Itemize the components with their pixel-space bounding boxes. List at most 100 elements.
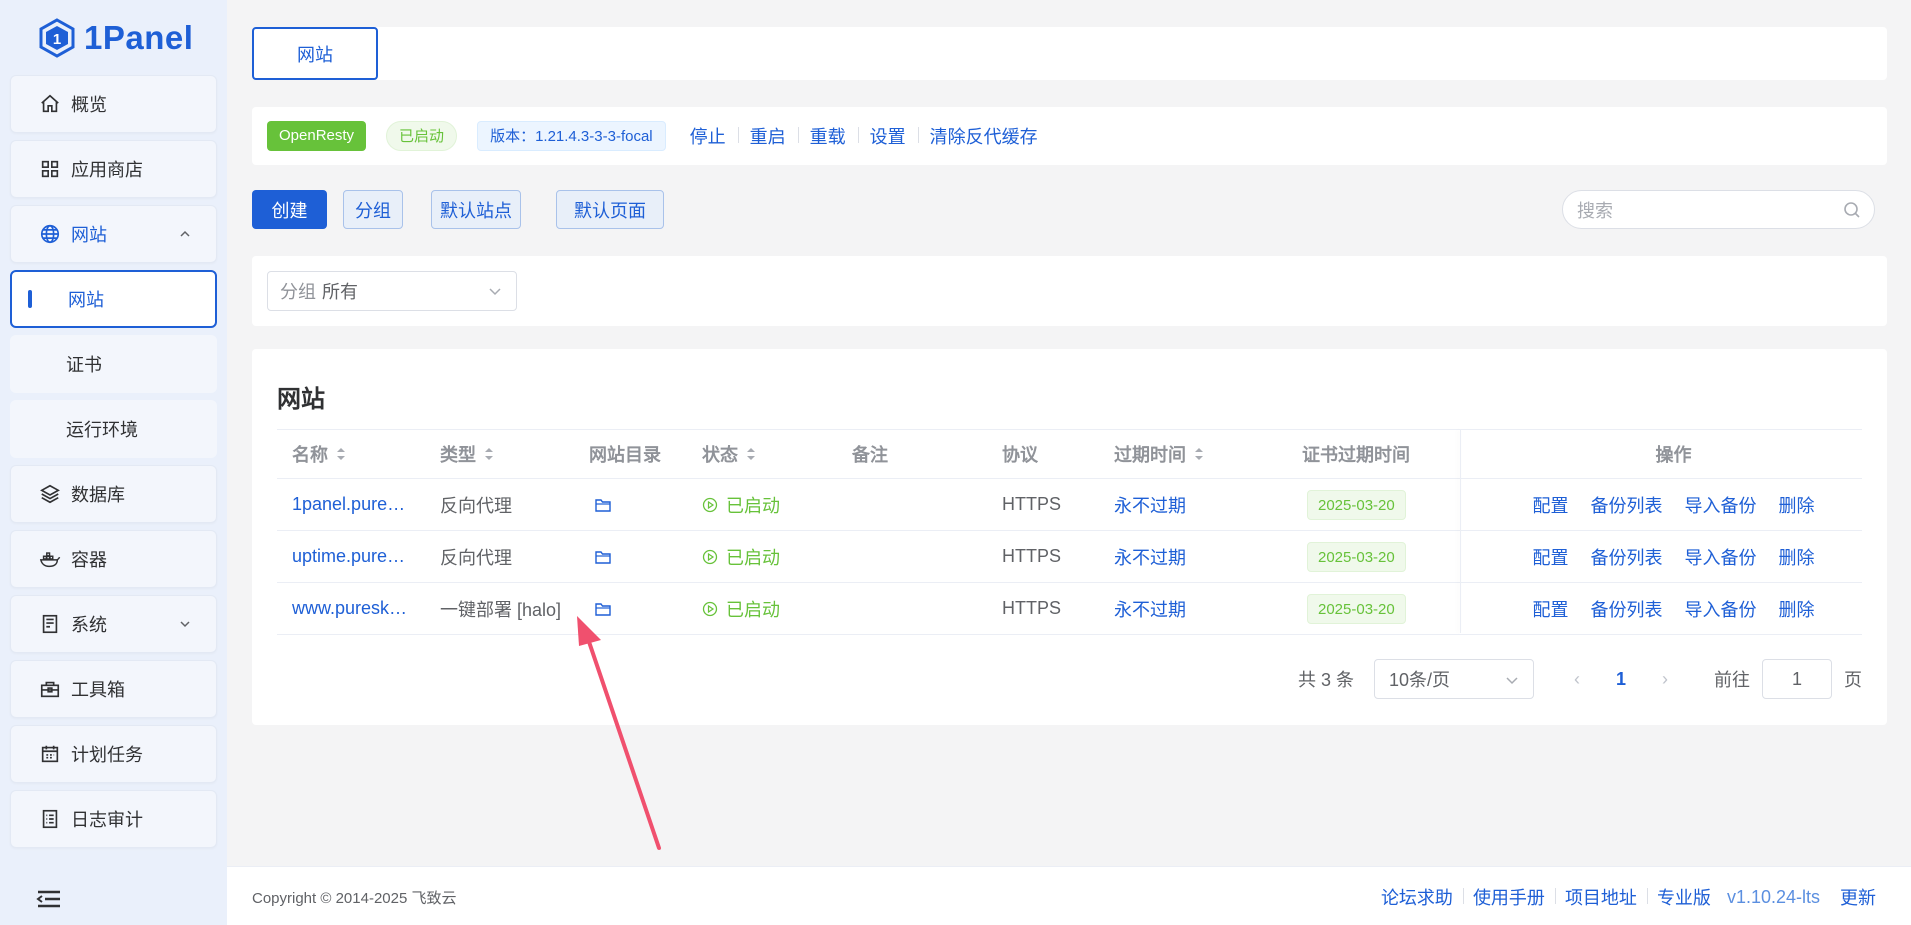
sort-icon[interactable] — [1194, 446, 1204, 462]
table-row: uptime.pure… 反向代理 已启动 HTTPS 永不过期 2025-03… — [277, 531, 1862, 583]
config-button[interactable]: 配置 — [1533, 544, 1569, 570]
sort-icon[interactable] — [484, 446, 494, 462]
group-button[interactable]: 分组 — [343, 190, 403, 229]
column-label: 名称 — [292, 445, 328, 465]
current-page[interactable]: 1 — [1616, 669, 1626, 690]
sidebar-item-system[interactable]: 系统 — [10, 595, 217, 653]
group-filter-select[interactable]: 分组 所有 — [267, 271, 517, 311]
sort-icon[interactable] — [336, 446, 346, 462]
forum-link[interactable]: 论坛求助 — [1371, 884, 1463, 910]
site-type: 反向代理 — [440, 547, 512, 568]
layers-icon — [39, 483, 61, 505]
settings-button[interactable]: 设置 — [857, 123, 918, 149]
site-name-link[interactable]: uptime.pure… — [292, 531, 405, 582]
log-icon — [39, 808, 61, 830]
globe-icon — [39, 223, 61, 245]
next-page-icon[interactable]: › — [1652, 669, 1678, 690]
site-expire[interactable]: 永不过期 — [1114, 531, 1186, 582]
import-backup-button[interactable]: 导入备份 — [1685, 544, 1757, 570]
total-count: 共 3 条 — [1297, 670, 1354, 690]
backup-list-button[interactable]: 备份列表 — [1591, 492, 1663, 518]
folder-icon[interactable] — [595, 479, 611, 530]
brand-logo[interactable]: 1 1Panel — [0, 0, 227, 75]
sidebar-subitem-website[interactable]: 网站 — [10, 270, 217, 328]
tab-website[interactable]: 网站 — [252, 27, 378, 80]
play-circle-icon — [702, 601, 718, 616]
site-name-link[interactable]: 1panel.pure… — [292, 479, 405, 530]
sidebar-item-overview[interactable]: 概览 — [10, 75, 217, 133]
sidebar-item-toolbox[interactable]: 工具箱 — [10, 660, 217, 718]
import-backup-button[interactable]: 导入备份 — [1685, 596, 1757, 622]
apps-icon — [39, 158, 61, 180]
column-type[interactable]: 类型 — [440, 430, 494, 478]
reload-button[interactable]: 重载 — [797, 123, 858, 149]
clear-proxy-cache-button[interactable]: 清除反代缓存 — [917, 123, 1050, 149]
home-icon — [39, 93, 61, 115]
search-icon[interactable] — [1842, 200, 1862, 220]
pro-link[interactable]: 专业版 — [1646, 884, 1721, 910]
collapse-menu-icon[interactable] — [36, 889, 62, 909]
column-cert-expire: 证书过期时间 — [1302, 445, 1410, 465]
sidebar-subitem-label: 运行环境 — [66, 420, 138, 440]
sidebar-item-app-store[interactable]: 应用商店 — [10, 140, 217, 198]
project-link[interactable]: 项目地址 — [1554, 884, 1647, 910]
column-status[interactable]: 状态 — [702, 430, 756, 478]
site-status[interactable]: 已启动 — [702, 531, 780, 582]
import-backup-button[interactable]: 导入备份 — [1685, 492, 1757, 518]
page-size-select[interactable]: 10条/页 — [1373, 659, 1534, 699]
search-input[interactable]: 搜索 — [1562, 190, 1875, 229]
site-type: 一键部署 [halo] — [440, 599, 562, 620]
backup-list-button[interactable]: 备份列表 — [1591, 596, 1663, 622]
column-expire[interactable]: 过期时间 — [1114, 430, 1204, 478]
sidebar-item-container[interactable]: 容器 — [10, 530, 217, 588]
prev-page-icon[interactable]: ‹ — [1564, 669, 1590, 690]
group-filter-prefix: 分组 — [280, 282, 316, 302]
column-actions: 操作 — [1655, 445, 1692, 465]
config-button[interactable]: 配置 — [1533, 596, 1569, 622]
status-label: 已启动 — [726, 547, 780, 568]
delete-button[interactable]: 删除 — [1779, 596, 1815, 622]
default-site-button[interactable]: 默认站点 — [431, 190, 521, 229]
backup-list-button[interactable]: 备份列表 — [1591, 544, 1663, 570]
site-status[interactable]: 已启动 — [702, 583, 780, 634]
delete-button[interactable]: 删除 — [1779, 492, 1815, 518]
sort-icon[interactable] — [746, 446, 756, 462]
config-button[interactable]: 配置 — [1533, 492, 1569, 518]
default-page-button[interactable]: 默认页面 — [556, 190, 664, 229]
sidebar-subitem-certificate[interactable]: 证书 — [10, 335, 217, 393]
folder-icon[interactable] — [595, 583, 611, 634]
sidebar-subitem-runtime[interactable]: 运行环境 — [10, 400, 217, 458]
svg-text:1: 1 — [53, 31, 61, 48]
column-name[interactable]: 名称 — [292, 430, 346, 478]
site-protocol: HTTPS — [1002, 546, 1062, 566]
stop-button[interactable]: 停止 — [678, 123, 738, 149]
chevron-down-icon — [1506, 677, 1518, 685]
manual-link[interactable]: 使用手册 — [1462, 884, 1555, 910]
row-actions: 配置 备份列表 导入备份 删除 — [1485, 531, 1862, 582]
restart-button[interactable]: 重启 — [737, 123, 798, 149]
toolbox-icon — [39, 678, 61, 700]
app-status-bar: OpenResty 已启动 版本：1.21.4.3-3-3-focal 停止 重… — [252, 107, 1887, 165]
sidebar-item-log-audit[interactable]: 日志审计 — [10, 790, 217, 848]
delete-button[interactable]: 删除 — [1779, 544, 1815, 570]
cert-expire-tag: 2025-03-20 — [1307, 541, 1406, 572]
column-protocol: 协议 — [1002, 445, 1038, 465]
site-expire[interactable]: 永不过期 — [1114, 479, 1186, 530]
sidebar-item-website[interactable]: 网站 — [10, 205, 217, 263]
create-button[interactable]: 创建 — [252, 190, 327, 229]
goto-page-input[interactable]: 1 — [1762, 659, 1832, 699]
site-status[interactable]: 已启动 — [702, 479, 780, 530]
version-label: v1.10.24-lts — [1726, 886, 1820, 907]
site-expire[interactable]: 永不过期 — [1114, 583, 1186, 634]
sidebar-item-cron[interactable]: 计划任务 — [10, 725, 217, 783]
sidebar-subitem-label: 证书 — [66, 355, 102, 375]
column-directory: 网站目录 — [589, 445, 661, 465]
folder-icon[interactable] — [595, 531, 611, 582]
goto-label: 前往 — [1714, 670, 1750, 690]
website-table: 名称 类型 网站目录 状态 备注 协议 过期时间 证书过期时间 操作 1pane… — [277, 429, 1862, 635]
update-link[interactable]: 更新 — [1830, 884, 1886, 910]
site-name-link[interactable]: www.puresk… — [292, 583, 407, 634]
column-label: 类型 — [440, 445, 476, 465]
sidebar-item-database[interactable]: 数据库 — [10, 465, 217, 523]
sidebar-item-label: 数据库 — [71, 485, 125, 505]
